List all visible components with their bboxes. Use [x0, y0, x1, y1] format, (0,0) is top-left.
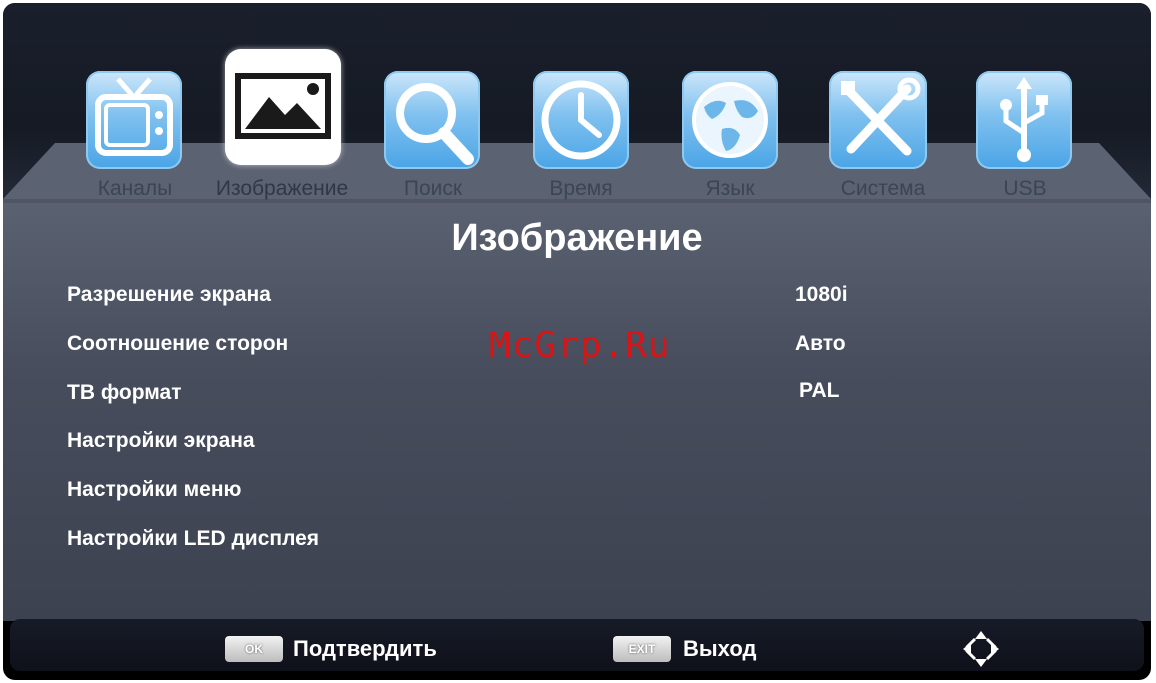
ok-key[interactable]: OK	[225, 636, 283, 662]
tab-search[interactable]: Поиск	[373, 63, 493, 203]
globe-icon	[692, 82, 768, 158]
usb-icon	[1000, 77, 1048, 162]
watermark: McGrp.Ru	[489, 325, 671, 366]
setting-label-tv-format[interactable]: ТВ формат	[67, 381, 182, 405]
setting-label-led[interactable]: Настройки LED дисплея	[67, 527, 319, 551]
tab-label: Поиск	[403, 177, 463, 200]
tab-time[interactable]: Время	[521, 63, 641, 203]
tab-label: Время	[549, 177, 613, 200]
settings-panel	[3, 203, 1151, 621]
setting-value-aspect[interactable]: Авто	[795, 332, 846, 356]
tab-usb[interactable]: USB	[965, 63, 1085, 203]
menu-screen: Каналы Изображение Поиск Время Язык Сист…	[3, 3, 1151, 680]
navigation-arrows-icon	[963, 631, 999, 667]
ok-hint: Подтвердить	[293, 636, 437, 661]
setting-label-menu[interactable]: Настройки меню	[67, 478, 241, 502]
exit-key[interactable]: EXIT	[613, 636, 671, 662]
tv-icon	[95, 77, 173, 156]
setting-label-screen[interactable]: Настройки экрана	[67, 429, 255, 453]
tab-label: Язык	[705, 177, 755, 200]
setting-label-resolution[interactable]: Разрешение экрана	[67, 283, 271, 307]
tab-system[interactable]: Система	[817, 63, 949, 203]
setting-value-resolution[interactable]: 1080i	[795, 283, 848, 307]
setting-label-aspect[interactable]: Соотношение сторон	[67, 332, 288, 356]
clock-icon	[541, 80, 621, 160]
tab-language[interactable]: Язык	[670, 63, 790, 203]
search-icon	[396, 83, 474, 165]
tab-label: Каналы	[97, 177, 173, 200]
tools-icon	[841, 77, 921, 156]
setting-value-tv-format[interactable]: PAL	[799, 379, 839, 403]
tab-label: Система	[840, 177, 926, 200]
tab-picture[interactable]: Изображение	[201, 47, 363, 203]
tab-label: Изображение	[215, 177, 349, 200]
tab-channels[interactable]: Каналы	[75, 63, 195, 203]
picture-icon	[235, 73, 331, 139]
exit-hint: Выход	[683, 636, 757, 661]
tab-label: USB	[1003, 177, 1047, 200]
page-title: Изображение	[451, 217, 703, 259]
